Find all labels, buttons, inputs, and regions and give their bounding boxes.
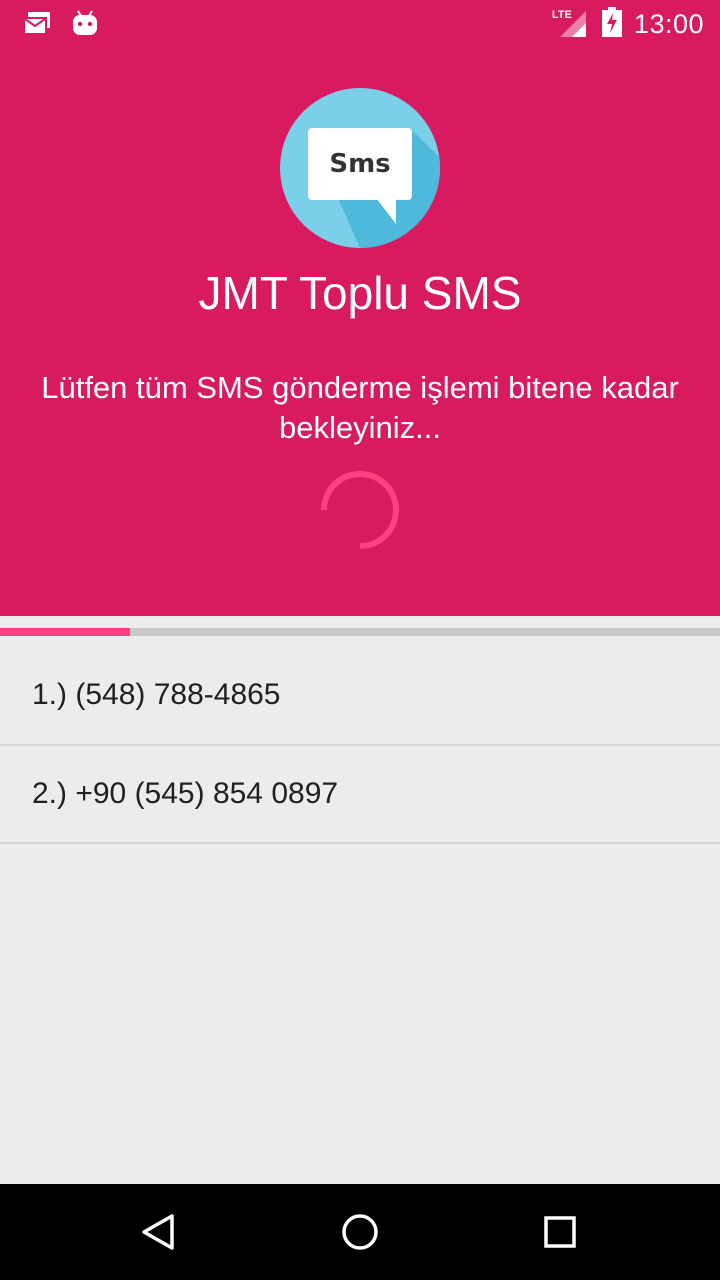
recipient-list: 1.) (548) 788-4865 2.) +90 (545) 854 089… (0, 646, 720, 844)
list-item[interactable]: 2.) +90 (545) 854 0897 (0, 746, 720, 844)
list-item[interactable]: 1.) (548) 788-4865 (0, 646, 720, 746)
progress-bar (0, 628, 720, 636)
android-icon (72, 10, 98, 43)
status-right: LTE 13:00 (552, 0, 704, 48)
header: Sms JMT Toplu SMS Lütfen tüm SMS gönderm… (0, 48, 720, 616)
back-icon[interactable] (136, 1208, 184, 1256)
loading-spinner (316, 466, 404, 554)
recents-icon[interactable] (536, 1208, 584, 1256)
nav-bar (0, 1184, 720, 1280)
app-title: JMT Toplu SMS (198, 267, 522, 319)
mail-icon (23, 10, 52, 41)
sms-logo-icon: Sms (280, 88, 440, 248)
logo-text: Sms (329, 149, 390, 179)
wait-message: Lütfen tüm SMS gönderme işlemi bitene ka… (41, 370, 679, 445)
recipient-label: 1.) (548) 788-4865 (32, 678, 281, 711)
lte-label: LTE (551, 9, 572, 21)
status-time: 13:00 (633, 8, 704, 39)
battery-charging-icon (601, 6, 622, 42)
progress-fill (0, 628, 130, 636)
status-bar: LTE 13:00 (0, 0, 720, 48)
lte-signal-icon: LTE (552, 9, 588, 39)
home-icon[interactable] (336, 1208, 384, 1256)
screen: LTE 13:00 Sms JMT Toplu SMS Lütfen tüm S… (0, 0, 720, 1280)
recipient-label: 2.) +90 (545) 854 0897 (32, 777, 339, 810)
